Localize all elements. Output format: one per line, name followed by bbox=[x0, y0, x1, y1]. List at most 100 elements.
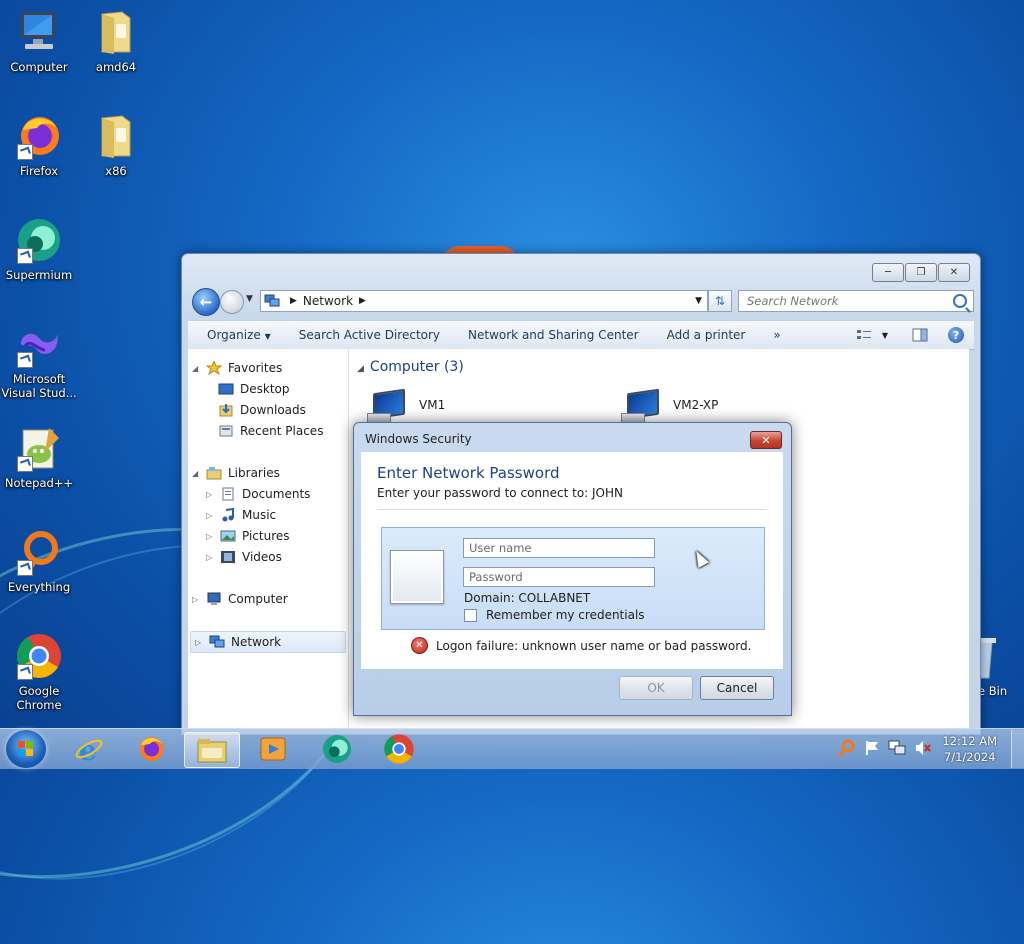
clock[interactable]: 12:12 AM 7/1/2024 bbox=[942, 733, 997, 765]
music-icon bbox=[220, 507, 236, 522]
desktop-icon-x86[interactable]: x86 bbox=[77, 112, 155, 178]
nav-recent-places[interactable]: Recent Places bbox=[218, 424, 323, 438]
volume-muted-icon[interactable] bbox=[914, 740, 932, 759]
close-icon: ✕ bbox=[761, 433, 771, 447]
refresh-button[interactable]: ⇅ bbox=[708, 290, 732, 312]
breadcrumb-separator[interactable]: ▶ bbox=[290, 296, 297, 306]
remember-credentials[interactable]: Remember my credentials bbox=[464, 608, 645, 622]
expand-arrow-icon[interactable]: ▷ bbox=[206, 553, 214, 562]
cancel-button[interactable]: Cancel bbox=[700, 676, 774, 700]
search-input[interactable] bbox=[745, 293, 949, 309]
taskbar-internet-explorer[interactable]: e bbox=[62, 732, 116, 766]
desktop-icon-label: Microsoft Visual Stud... bbox=[1, 372, 77, 400]
desktop-icon-label: amd64 bbox=[95, 60, 137, 74]
divider bbox=[377, 509, 767, 510]
network-sharing-center-button[interactable]: Network and Sharing Center bbox=[454, 328, 653, 342]
network-tray-icon[interactable] bbox=[888, 740, 906, 759]
username-field[interactable] bbox=[463, 538, 655, 558]
tray-search-icon[interactable] bbox=[838, 739, 856, 760]
group-title: Computer (3) bbox=[369, 359, 464, 375]
desktop-icon-computer[interactable]: Computer bbox=[0, 8, 78, 74]
search-active-directory-button[interactable]: Search Active Directory bbox=[285, 328, 454, 342]
internet-explorer-icon: e bbox=[75, 734, 103, 764]
show-desktop-button[interactable] bbox=[1011, 730, 1024, 768]
nav-label: Favorites bbox=[228, 361, 283, 375]
desktop-icon-chrome[interactable]: Google Chrome bbox=[0, 632, 78, 712]
action-center-flag-icon[interactable] bbox=[864, 740, 880, 759]
desktop-icon-supermium[interactable]: Supermium bbox=[0, 216, 78, 282]
add-printer-button[interactable]: Add a printer bbox=[653, 328, 760, 342]
nav-desktop[interactable]: Desktop bbox=[218, 382, 290, 396]
expand-arrow-icon[interactable]: ▷ bbox=[195, 638, 203, 647]
error-text: Logon failure: unknown user name or bad … bbox=[436, 638, 752, 653]
address-bar[interactable]: ▶ Network ▶ ▼ bbox=[260, 290, 708, 312]
nav-documents[interactable]: ▷ Documents bbox=[206, 487, 310, 501]
desktop-icon-everything[interactable]: Everything bbox=[0, 528, 78, 594]
desktop-icon bbox=[218, 382, 234, 396]
nav-computer[interactable]: ▷ Computer bbox=[192, 592, 288, 606]
breadcrumb-separator[interactable]: ▶ bbox=[359, 296, 366, 306]
recent-pages-button[interactable]: ▼ bbox=[246, 294, 253, 304]
nav-label: Libraries bbox=[228, 466, 280, 480]
nav-videos[interactable]: ▷ Videos bbox=[206, 550, 282, 564]
desktop-icon-notepadpp[interactable]: Notepad++ bbox=[0, 424, 78, 490]
expand-arrow-icon[interactable]: ◢ bbox=[192, 469, 200, 478]
taskbar-media-player[interactable] bbox=[246, 732, 300, 766]
preview-pane-icon[interactable] bbox=[912, 328, 928, 342]
remember-checkbox[interactable] bbox=[464, 608, 477, 622]
credential-tile[interactable]: Domain: COLLABNET Remember my credential… bbox=[381, 527, 765, 630]
taskbar-firefox[interactable] bbox=[124, 732, 178, 766]
expand-arrow-icon[interactable]: ◢ bbox=[192, 364, 200, 373]
dialog-subtext: Enter your password to connect to: JOHN bbox=[377, 486, 624, 500]
change-view-icon[interactable] bbox=[856, 328, 872, 342]
nav-label: Documents bbox=[242, 487, 311, 501]
search-box[interactable] bbox=[738, 290, 974, 312]
expand-arrow-icon[interactable]: ▷ bbox=[206, 511, 214, 520]
desktop-icon-amd64[interactable]: amd64 bbox=[77, 8, 155, 74]
nav-network[interactable]: ▷ Network bbox=[190, 631, 346, 653]
organize-label: Organize bbox=[207, 328, 261, 342]
password-field[interactable] bbox=[463, 567, 655, 587]
system-tray: 12:12 AM 7/1/2024 bbox=[838, 729, 1024, 769]
close-button[interactable]: ✕ bbox=[938, 263, 970, 282]
address-dropdown-icon[interactable]: ▼ bbox=[695, 296, 702, 306]
recent-places-icon bbox=[218, 424, 234, 438]
maximize-button[interactable]: ❐ bbox=[905, 263, 937, 282]
nav-music[interactable]: ▷ Music bbox=[206, 507, 276, 522]
group-header-computer[interactable]: ◢ Computer (3) bbox=[357, 359, 464, 375]
back-button[interactable]: ← bbox=[192, 288, 220, 316]
firefox-icon bbox=[15, 112, 63, 160]
desktop-icon-firefox[interactable]: Firefox bbox=[0, 112, 78, 178]
collapse-arrow-icon[interactable]: ◢ bbox=[357, 364, 364, 374]
expand-arrow-icon[interactable]: ▷ bbox=[206, 532, 214, 541]
minimize-button[interactable]: ─ bbox=[872, 263, 904, 282]
more-commands-button[interactable]: » bbox=[759, 328, 794, 342]
network-computer-item[interactable]: VM2-XP bbox=[621, 388, 718, 425]
search-icon[interactable] bbox=[953, 294, 967, 308]
view-dropdown-icon[interactable]: ▼ bbox=[882, 331, 888, 340]
windows-security-dialog[interactable]: Windows Security ✕ Enter Network Passwor… bbox=[353, 422, 792, 716]
organize-button[interactable]: Organize ▼ bbox=[188, 328, 285, 342]
desktop-icon-visual-studio[interactable]: Microsoft Visual Stud... bbox=[0, 320, 78, 400]
expand-arrow-icon[interactable]: ▷ bbox=[192, 595, 200, 604]
nav-pictures[interactable]: ▷ Pictures bbox=[206, 529, 290, 543]
computer-icon bbox=[206, 592, 222, 606]
network-computer-item[interactable]: VM1 bbox=[367, 388, 445, 425]
start-button[interactable] bbox=[6, 730, 46, 768]
taskbar-chrome[interactable] bbox=[372, 732, 426, 766]
help-icon[interactable]: ? bbox=[948, 327, 964, 343]
ok-button[interactable]: OK bbox=[619, 676, 693, 700]
nav-libraries[interactable]: ◢ Libraries bbox=[192, 466, 280, 480]
forward-button[interactable] bbox=[220, 290, 244, 314]
firefox-icon bbox=[139, 737, 164, 761]
dialog-close-button[interactable]: ✕ bbox=[750, 431, 782, 449]
shortcut-arrow-icon bbox=[17, 248, 33, 264]
nav-favorites[interactable]: ◢ Favorites bbox=[192, 359, 283, 376]
navigation-pane: ◢ Favorites Desktop Downloads Recent Pla… bbox=[188, 349, 349, 729]
taskbar-explorer[interactable] bbox=[184, 732, 240, 768]
expand-arrow-icon[interactable]: ▷ bbox=[206, 490, 214, 499]
nav-downloads[interactable]: Downloads bbox=[218, 403, 306, 417]
taskbar-supermium[interactable] bbox=[310, 732, 364, 766]
breadcrumb-network[interactable]: Network bbox=[303, 294, 353, 308]
media-player-icon bbox=[260, 737, 286, 761]
